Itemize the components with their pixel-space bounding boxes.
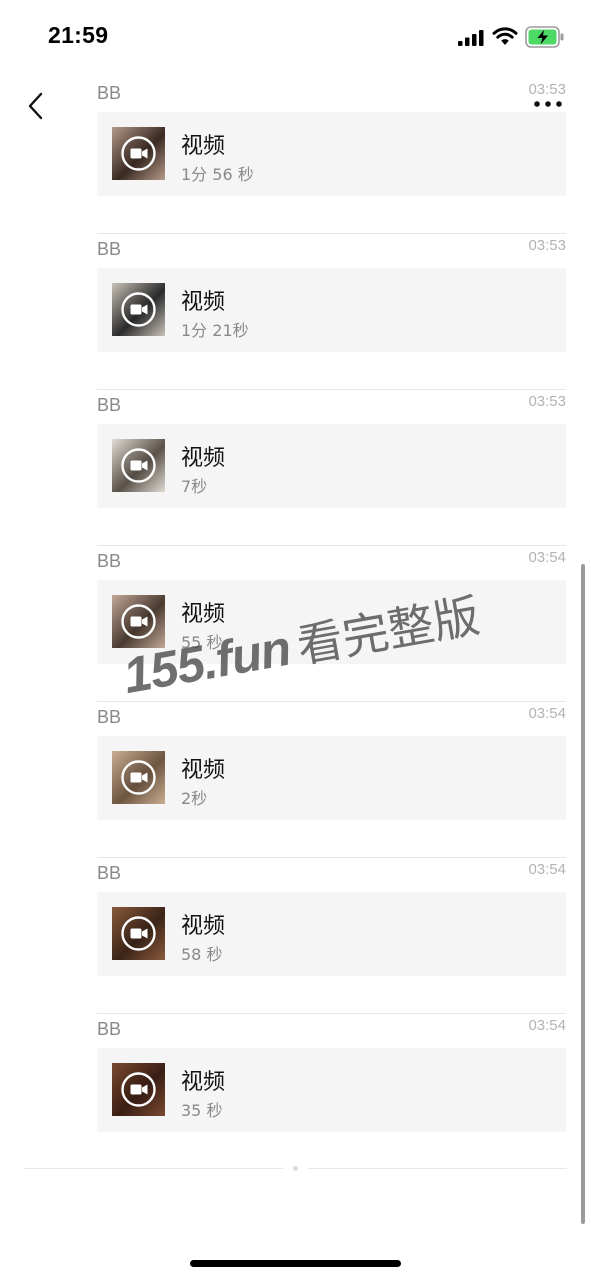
video-thumbnail[interactable]: [112, 751, 165, 804]
message-item: BB 03:54 视频 58 秒: [97, 858, 566, 1014]
video-message-card[interactable]: 视频 7秒: [97, 424, 566, 508]
message-time: 03:54: [528, 705, 566, 722]
video-message-card[interactable]: 视频 1分 56 秒: [97, 112, 566, 196]
message-list: BB 03:53 视频 1分 56 秒 BB 03:53 视频 1分 21秒 B…: [97, 78, 566, 1170]
video-thumbnail[interactable]: [112, 439, 165, 492]
status-bar: 21:59: [0, 0, 591, 74]
message-time: 03:53: [528, 81, 566, 98]
message-item: BB 03:53 视频 7秒: [97, 390, 566, 546]
video-title: 视频: [181, 446, 226, 471]
video-duration: 2秒: [181, 789, 208, 808]
message-item: BB 03:54 视频 2秒: [97, 702, 566, 858]
back-button[interactable]: [18, 86, 52, 126]
message-item: BB 03:53 视频 1分 56 秒: [97, 78, 566, 234]
signal-icon: [458, 30, 484, 46]
video-duration: 1分 21秒: [181, 321, 249, 340]
video-camera-icon: [121, 604, 156, 639]
video-camera-icon: [121, 292, 156, 327]
sender-name: BB: [97, 863, 122, 883]
message-time: 03:54: [528, 861, 566, 878]
sender-name: BB: [97, 1019, 122, 1039]
video-message-card[interactable]: 视频 2秒: [97, 736, 566, 820]
list-end-line-right: [308, 1168, 567, 1169]
sender-name: BB: [97, 83, 122, 103]
video-thumbnail[interactable]: [112, 283, 165, 336]
message-item: BB 03:53 视频 1分 21秒: [97, 234, 566, 390]
video-title: 视频: [181, 134, 226, 159]
list-end-dot: [293, 1166, 298, 1171]
sender-name: BB: [97, 239, 122, 259]
video-duration: 7秒: [181, 477, 208, 496]
video-thumbnail[interactable]: [112, 127, 165, 180]
video-camera-icon: [121, 448, 156, 483]
battery-charging-icon: [525, 26, 564, 48]
video-camera-icon: [121, 136, 156, 171]
message-time: 03:54: [528, 1017, 566, 1034]
wifi-icon: [492, 27, 518, 45]
video-duration: 58 秒: [181, 945, 223, 964]
video-message-card[interactable]: 视频 55 秒: [97, 580, 566, 664]
list-end-line-left: [24, 1168, 283, 1169]
video-title: 视频: [181, 758, 226, 783]
video-camera-icon: [121, 916, 156, 951]
video-message-card[interactable]: 视频 35 秒: [97, 1048, 566, 1132]
video-duration: 1分 56 秒: [181, 165, 254, 184]
sender-name: BB: [97, 395, 122, 415]
home-indicator[interactable]: [190, 1260, 401, 1267]
video-title: 视频: [181, 602, 226, 627]
video-title: 视频: [181, 1070, 226, 1095]
video-message-card[interactable]: 视频 58 秒: [97, 892, 566, 976]
video-camera-icon: [121, 760, 156, 795]
message-time: 03:53: [528, 237, 566, 254]
message-time: 03:53: [528, 393, 566, 410]
message-time: 03:54: [528, 549, 566, 566]
message-item: BB 03:54 视频 35 秒: [97, 1014, 566, 1170]
video-duration: 55 秒: [181, 633, 223, 652]
video-message-card[interactable]: 视频 1分 21秒: [97, 268, 566, 352]
video-title: 视频: [181, 290, 226, 315]
sender-name: BB: [97, 551, 122, 571]
video-title: 视频: [181, 914, 226, 939]
status-time: 21:59: [48, 22, 109, 48]
message-item: BB 03:54 视频 55 秒: [97, 546, 566, 702]
sender-name: BB: [97, 707, 122, 727]
video-thumbnail[interactable]: [112, 1063, 165, 1116]
video-thumbnail[interactable]: [112, 595, 165, 648]
chevron-left-icon: [28, 92, 43, 120]
video-camera-icon: [121, 1072, 156, 1107]
scrollbar[interactable]: [581, 564, 585, 1224]
video-duration: 35 秒: [181, 1101, 223, 1120]
video-thumbnail[interactable]: [112, 907, 165, 960]
